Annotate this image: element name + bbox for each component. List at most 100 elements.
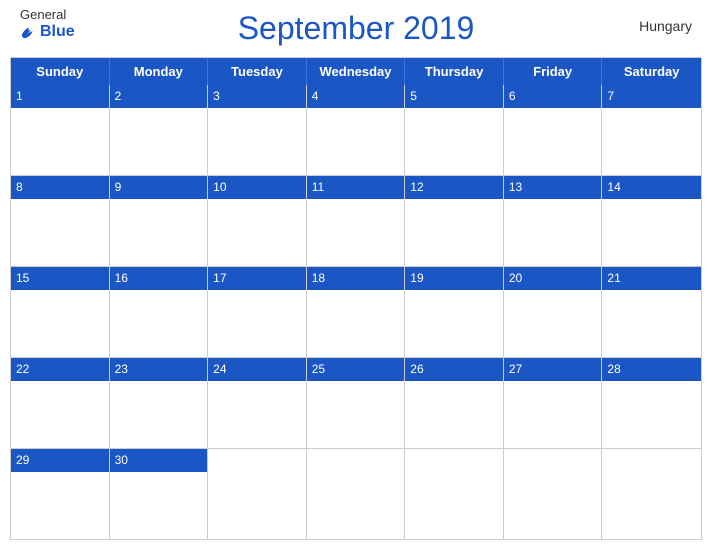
day-content [110,199,208,266]
calendar-day-16: 16 [110,267,209,357]
country-label: Hungary [639,18,692,34]
day-header-friday: Friday [504,58,603,85]
calendar-day-4: 4 [307,85,406,175]
day-number: 26 [405,358,503,381]
calendar-day-15: 15 [11,267,110,357]
day-content [307,455,405,539]
calendar-day-empty [307,449,406,539]
day-content [405,381,503,448]
calendar-day-1: 1 [11,85,110,175]
calendar-day-20: 20 [504,267,603,357]
day-content [208,381,306,448]
day-number: 15 [11,267,109,290]
day-number: 10 [208,176,306,199]
day-headers-row: SundayMondayTuesdayWednesdayThursdayFrid… [11,58,701,85]
day-content [208,455,306,539]
calendar-day-5: 5 [405,85,504,175]
calendar-day-21: 21 [602,267,701,357]
calendar-day-29: 29 [11,449,110,539]
day-content [405,108,503,175]
day-number: 17 [208,267,306,290]
calendar-day-22: 22 [11,358,110,448]
day-header-saturday: Saturday [602,58,701,85]
day-number: 30 [110,449,208,472]
day-content [504,290,602,357]
calendar-week-1: 1234567 [11,85,701,176]
calendar-day-30: 30 [110,449,209,539]
calendar-day-10: 10 [208,176,307,266]
day-number: 2 [110,85,208,108]
day-content [208,290,306,357]
day-number: 1 [11,85,109,108]
day-content [602,455,701,539]
day-content [11,290,109,357]
logo: General Blue [20,8,75,40]
day-content [307,199,405,266]
calendar-week-2: 891011121314 [11,176,701,267]
day-number: 18 [307,267,405,290]
day-content [602,199,701,266]
calendar-day-25: 25 [307,358,406,448]
day-content [208,108,306,175]
calendar-day-24: 24 [208,358,307,448]
logo-general-text: General [20,8,66,22]
day-number: 12 [405,176,503,199]
day-content [405,290,503,357]
day-number: 29 [11,449,109,472]
day-content [208,199,306,266]
calendar-day-9: 9 [110,176,209,266]
day-content [110,472,208,539]
day-content [504,199,602,266]
day-header-wednesday: Wednesday [307,58,406,85]
day-number: 20 [504,267,602,290]
day-content [110,290,208,357]
day-number: 21 [602,267,701,290]
day-number: 8 [11,176,109,199]
calendar-day-17: 17 [208,267,307,357]
day-number: 7 [602,85,701,108]
day-content [602,290,701,357]
day-content [11,108,109,175]
day-content [11,199,109,266]
calendar-week-5: 2930 [11,449,701,539]
day-number: 14 [602,176,701,199]
day-number: 6 [504,85,602,108]
day-number: 24 [208,358,306,381]
calendar-day-19: 19 [405,267,504,357]
calendar-day-12: 12 [405,176,504,266]
calendar-day-7: 7 [602,85,701,175]
calendar-day-11: 11 [307,176,406,266]
calendar-day-6: 6 [504,85,603,175]
day-content [307,290,405,357]
calendar-header: General Blue September 2019 Hungary [0,0,712,57]
calendar-day-26: 26 [405,358,504,448]
calendar-day-13: 13 [504,176,603,266]
day-content [307,108,405,175]
day-number: 25 [307,358,405,381]
calendar-day-2: 2 [110,85,209,175]
day-number: 19 [405,267,503,290]
calendar-week-3: 15161718192021 [11,267,701,358]
calendar: SundayMondayTuesdayWednesdayThursdayFrid… [10,57,702,540]
day-number: 3 [208,85,306,108]
day-number: 5 [405,85,503,108]
day-number: 9 [110,176,208,199]
calendar-day-8: 8 [11,176,110,266]
day-number: 22 [11,358,109,381]
day-number: 23 [110,358,208,381]
calendar-day-empty [504,449,603,539]
day-content [110,381,208,448]
day-number: 11 [307,176,405,199]
calendar-title: September 2019 [238,10,475,47]
day-content [405,199,503,266]
day-content [602,108,701,175]
day-header-monday: Monday [110,58,209,85]
day-content [11,381,109,448]
day-content [504,381,602,448]
day-content [11,472,109,539]
calendar-day-27: 27 [504,358,603,448]
day-number: 16 [110,267,208,290]
calendar-day-empty [208,449,307,539]
logo-blue-text: Blue [20,22,75,40]
day-content [504,455,602,539]
